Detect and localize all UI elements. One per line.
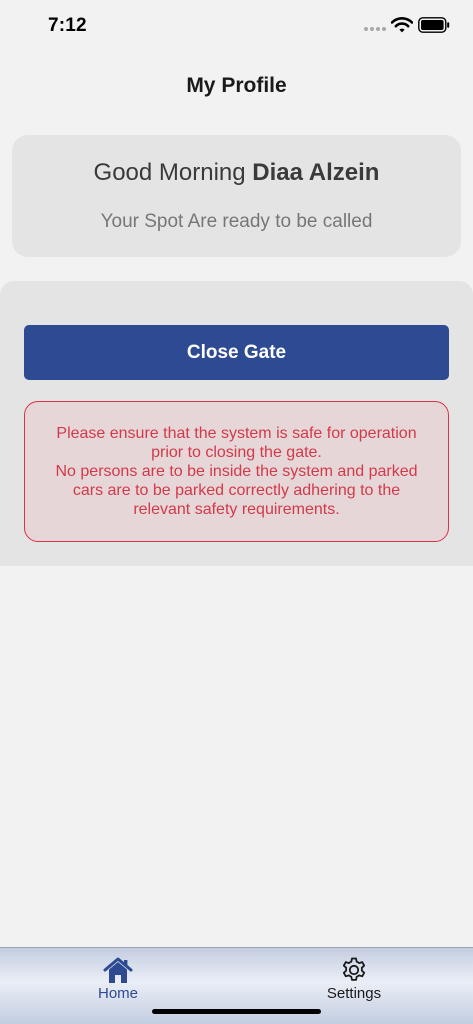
tab-home[interactable]: Home bbox=[68, 956, 168, 1012]
tab-settings[interactable]: Settings bbox=[304, 956, 404, 1012]
warning-line: No persons are to be inside the system a… bbox=[55, 463, 418, 480]
signal-dots-icon bbox=[364, 27, 386, 31]
tab-settings-label: Settings bbox=[326, 985, 382, 1002]
screen: 7:12 My Profile Good Morning Diaa Alzein… bbox=[0, 0, 473, 1024]
warning-line: relevant safety requirements. bbox=[133, 501, 340, 518]
safety-warning-box: Please ensure that the system is safe fo… bbox=[24, 401, 449, 542]
close-gate-button[interactable]: Close Gate bbox=[24, 325, 449, 380]
status-time: 7:12 bbox=[48, 15, 87, 36]
home-icon bbox=[103, 957, 133, 983]
warning-line: cars are to be parked correctly adhering… bbox=[72, 482, 401, 499]
greeting-line: Good Morning Diaa Alzein bbox=[12, 159, 461, 187]
user-name: Diaa Alzein bbox=[252, 159, 380, 186]
greeting-prefix: Good Morning bbox=[93, 159, 246, 186]
home-indicator bbox=[152, 1009, 321, 1014]
page-title: My Profile bbox=[186, 74, 287, 97]
gate-panel: Close Gate Please ensure that the system… bbox=[0, 281, 473, 566]
gear-icon bbox=[342, 957, 366, 981]
wifi-icon bbox=[391, 17, 413, 33]
spot-status-text: Your Spot Are ready to be called bbox=[100, 211, 373, 232]
warning-line: prior to closing the gate. bbox=[151, 444, 322, 461]
battery-icon bbox=[418, 17, 450, 33]
warning-line: Please ensure that the system is safe fo… bbox=[56, 425, 417, 442]
status-bar: 7:12 bbox=[0, 0, 473, 52]
greeting-card: Good Morning Diaa Alzein Your Spot Are r… bbox=[12, 135, 461, 257]
tab-home-label: Home bbox=[97, 985, 138, 1002]
